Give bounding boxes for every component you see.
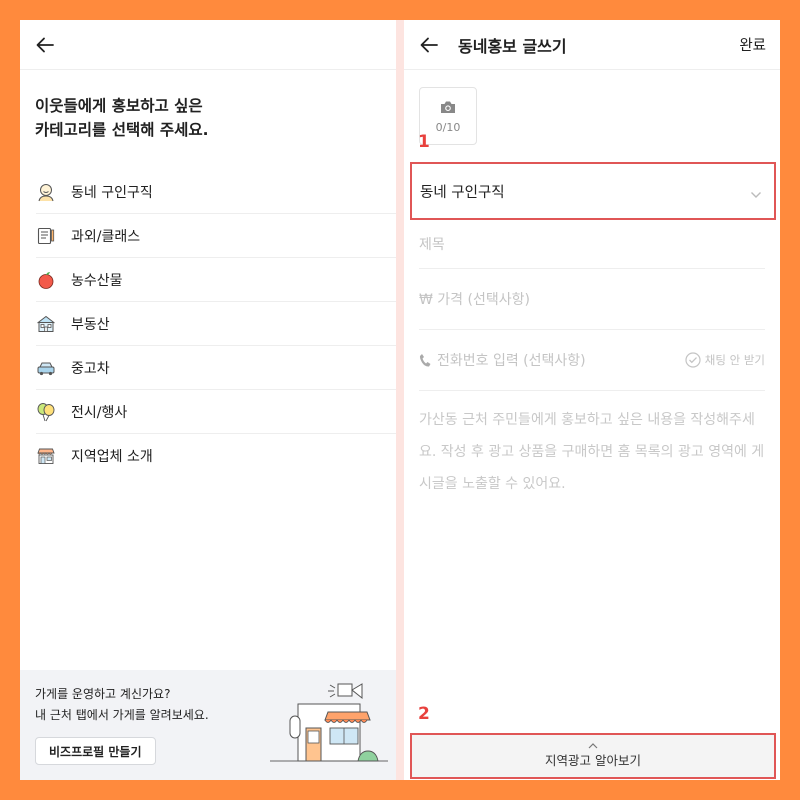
no-chat-label: 채팅 안 받기: [704, 353, 765, 367]
category-item-job[interactable]: 동네 구인구직: [36, 170, 396, 214]
phone-icon: [419, 353, 431, 367]
promo-write-screen: 동네홍보 글쓰기 완료 0/10 1 동네 구인구직 제목 ₩ 가격 (선택사항…: [404, 20, 780, 780]
category-label: 동네 구인구직: [71, 184, 153, 201]
title-input[interactable]: 제목: [419, 220, 765, 269]
category-item-class[interactable]: 과외/클래스: [36, 214, 396, 258]
local-ad-label: 지역광고 알아보기: [545, 753, 641, 768]
category-item-produce[interactable]: 농수산물: [36, 258, 396, 302]
biz-promo-line1: 가게를 운영하고 계신가요?: [35, 687, 171, 701]
panel-divider: [396, 20, 404, 780]
category-item-usedcar[interactable]: 중고차: [36, 346, 396, 390]
category-select-screen: 이웃들에게 홍보하고 싶은 카테고리를 선택해 주세요. 동네 구인구직 과외/…: [20, 20, 396, 780]
page-title: 이웃들에게 홍보하고 싶은 카테고리를 선택해 주세요.: [35, 97, 209, 139]
camera-icon: [440, 99, 456, 118]
category-label: 부동산: [71, 316, 110, 333]
local-ad-info-bar[interactable]: 지역광고 알아보기: [410, 733, 776, 779]
category-label: 농수산물: [71, 272, 123, 289]
house-icon: [36, 314, 56, 334]
biz-promo-line2: 내 근처 탭에서 가게를 알려보세요.: [35, 708, 209, 722]
left-header: [20, 20, 396, 70]
apple-icon: [36, 270, 56, 290]
category-item-localbiz[interactable]: 지역업체 소개: [36, 434, 396, 478]
price-input[interactable]: ₩ 가격 (선택사항): [419, 269, 765, 330]
page-title: 동네홍보 글쓰기: [458, 36, 567, 56]
price-placeholder: ₩ 가격 (선택사항): [419, 292, 530, 308]
category-label: 전시/행사: [71, 404, 128, 421]
no-chat-toggle[interactable]: 채팅 안 받기: [685, 352, 765, 368]
phone-placeholder: 전화번호 입력 (선택사항): [437, 353, 586, 369]
storefront-illustration-icon: [270, 676, 388, 770]
selected-category: 동네 구인구직: [420, 184, 505, 201]
category-item-realestate[interactable]: 부동산: [36, 302, 396, 346]
category-label: 중고차: [71, 360, 110, 377]
category-label: 과외/클래스: [71, 228, 141, 245]
category-label: 지역업체 소개: [71, 449, 153, 465]
notebook-icon: [36, 226, 56, 246]
make-biz-profile-button[interactable]: 비즈프로필 만들기: [35, 737, 156, 765]
back-arrow-icon[interactable]: [34, 34, 56, 56]
chevron-up-icon: [588, 743, 598, 749]
category-list: 동네 구인구직 과외/클래스 농수산물 부동산 중고차 전시/행사 지역업체 소…: [20, 170, 396, 478]
chevron-down-icon: [750, 184, 762, 203]
phone-input[interactable]: 전화번호 입력 (선택사항) 채팅 안 받기: [419, 330, 765, 391]
annotation-marker-2: 2: [418, 704, 430, 724]
title-placeholder: 제목: [419, 237, 445, 253]
car-icon: [36, 358, 56, 378]
check-circle-icon: [685, 352, 701, 368]
annotation-marker-1: 1: [418, 132, 430, 152]
back-arrow-icon[interactable]: [418, 34, 440, 56]
done-button[interactable]: 완료: [739, 34, 766, 55]
content-textarea[interactable]: 가산동 근처 주민들에게 홍보하고 싶은 내용을 작성해주세요. 작성 후 광고…: [419, 404, 769, 500]
person-icon: [36, 182, 56, 202]
right-header: 동네홍보 글쓰기 완료: [404, 20, 780, 70]
category-dropdown[interactable]: 동네 구인구직: [410, 162, 776, 220]
photo-count: 0/10: [435, 120, 461, 134]
category-item-event[interactable]: 전시/행사: [36, 390, 396, 434]
biz-profile-promo: 가게를 운영하고 계신가요? 내 근처 탭에서 가게를 알려보세요. 비즈프로필…: [20, 670, 396, 780]
balloon-icon: [36, 402, 56, 422]
shop-icon: [36, 446, 56, 466]
